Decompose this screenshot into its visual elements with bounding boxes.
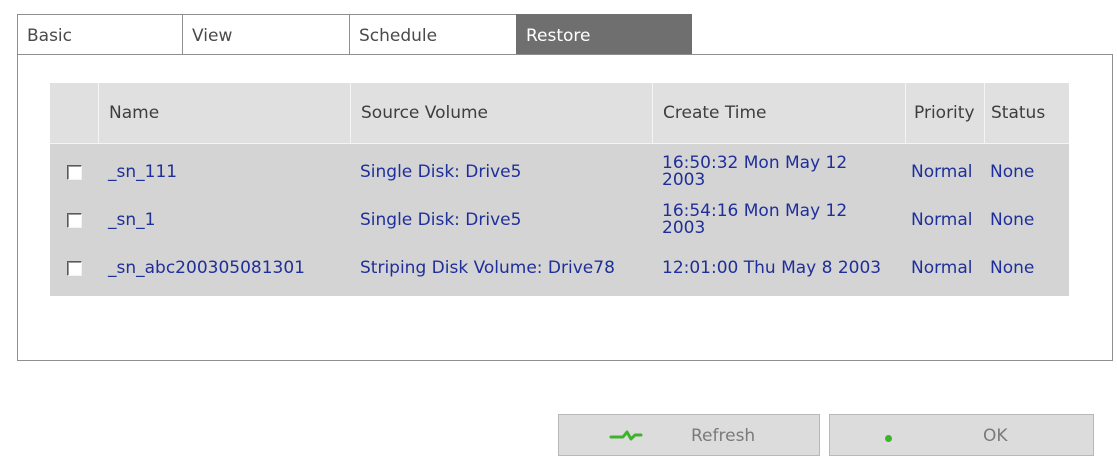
priority: Normal	[911, 162, 973, 182]
create-time: 16:50:32 Mon May 12 2003	[662, 153, 848, 190]
tab-panel: Name Source Volume Create Time Priority …	[17, 54, 1113, 361]
create-time: 16:54:16 Mon May 12 2003	[662, 201, 848, 238]
status: None	[990, 258, 1035, 278]
restore-dialog: Basic View Schedule Restore Name Source …	[0, 0, 1117, 457]
snapshot-name[interactable]: _sn_1	[98, 210, 350, 230]
ok-label: OK	[983, 426, 1008, 446]
snapshot-name[interactable]: _sn_abc200305081301	[98, 258, 350, 278]
header-priority: Priority	[905, 83, 984, 143]
header-select	[50, 83, 98, 143]
table-body: _sn_111 Single Disk: Drive5 16:50:32 Mon…	[50, 144, 1069, 296]
table-row: _sn_111 Single Disk: Drive5 16:50:32 Mon…	[50, 148, 1069, 196]
status: None	[990, 210, 1035, 230]
tab-view[interactable]: View	[182, 14, 349, 54]
tab-schedule[interactable]: Schedule	[349, 14, 516, 54]
priority: Normal	[911, 210, 973, 230]
priority: Normal	[911, 258, 973, 278]
header-source-volume: Source Volume	[350, 83, 652, 143]
refresh-button[interactable]: Refresh	[558, 414, 820, 456]
snapshot-table: Name Source Volume Create Time Priority …	[50, 83, 1069, 296]
ok-button[interactable]: OK	[829, 414, 1094, 456]
table-row: _sn_1 Single Disk: Drive5 16:54:16 Mon M…	[50, 196, 1069, 244]
row-checkbox[interactable]	[67, 212, 82, 228]
row-checkbox[interactable]	[67, 260, 82, 276]
source-volume: Single Disk: Drive5	[360, 210, 522, 230]
ok-dot-icon	[885, 427, 892, 447]
snapshot-name[interactable]: _sn_111	[98, 162, 350, 182]
table-header: Name Source Volume Create Time Priority …	[50, 83, 1069, 144]
header-create-time: Create Time	[652, 83, 905, 143]
source-volume: Striping Disk Volume: Drive78	[360, 258, 615, 278]
tab-restore[interactable]: Restore	[516, 14, 692, 54]
refresh-arrows-icon	[609, 427, 643, 450]
tab-bar: Basic View Schedule Restore	[17, 14, 692, 54]
create-time: 12:01:00 Thu May 8 2003	[662, 257, 882, 278]
source-volume: Single Disk: Drive5	[360, 162, 522, 182]
header-status: Status	[984, 83, 1069, 143]
refresh-label: Refresh	[691, 426, 756, 446]
table-row: _sn_abc200305081301 Striping Disk Volume…	[50, 244, 1069, 292]
status: None	[990, 162, 1035, 182]
row-checkbox[interactable]	[67, 164, 82, 180]
tab-basic[interactable]: Basic	[17, 14, 182, 54]
header-name: Name	[98, 83, 350, 143]
